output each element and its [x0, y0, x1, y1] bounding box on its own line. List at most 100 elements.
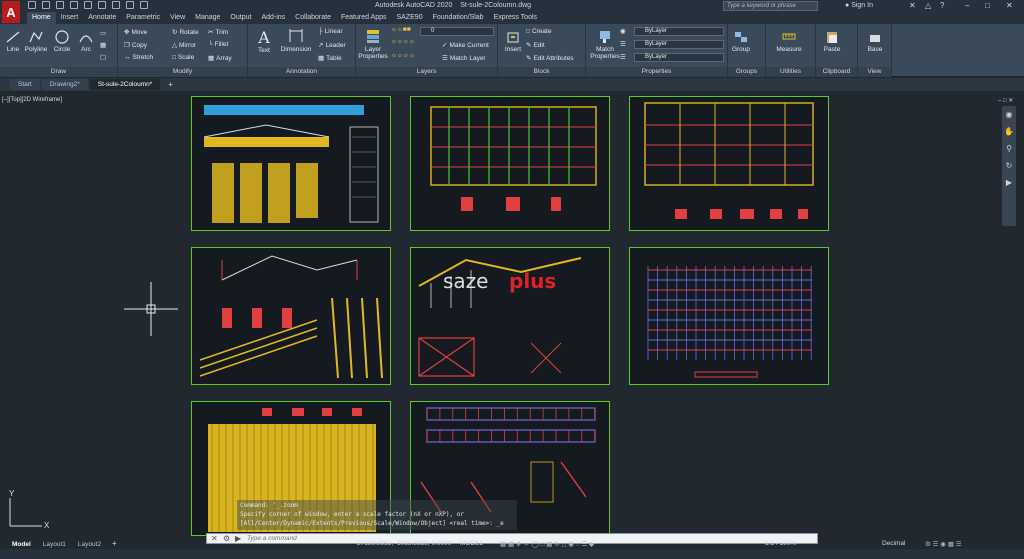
- drawing-sheet-5[interactable]: saze plus: [410, 247, 610, 385]
- table-tool[interactable]: ▦ Table: [318, 54, 342, 63]
- match-properties-tool[interactable]: Match Properties: [590, 28, 620, 60]
- edit-block-tool[interactable]: ✎ Edit: [526, 41, 545, 50]
- command-close-icon[interactable]: ✕: [211, 534, 218, 543]
- dimension-tool[interactable]: Dimension: [278, 28, 314, 53]
- navigation-bar[interactable]: ◉ ✋ ⚲ ↻ ▶: [1002, 106, 1016, 226]
- document-tab-2[interactable]: St-sule-2Coloumn*: [89, 79, 161, 90]
- base-view-tool[interactable]: Base: [864, 30, 886, 53]
- help-dropdown-icon[interactable]: ?: [940, 1, 944, 10]
- text-tool[interactable]: A Text: [256, 28, 272, 54]
- groups-panel-title[interactable]: Groups: [728, 67, 765, 77]
- layer-dropdown[interactable]: 0: [420, 27, 494, 36]
- ribbon-tab-annotate[interactable]: Annotate: [83, 12, 121, 24]
- annotation-panel-title[interactable]: Annotation: [248, 67, 355, 77]
- utilities-panel-title[interactable]: Utilities: [766, 67, 815, 77]
- layer-tools-row-3[interactable]: ☼☼☼☼: [391, 52, 415, 59]
- help-icon[interactable]: △: [925, 1, 931, 10]
- close-icon[interactable]: ✕: [1006, 1, 1013, 10]
- modify-panel-title[interactable]: Modify: [118, 67, 247, 77]
- view-panel-title[interactable]: View: [858, 67, 891, 77]
- document-tab-1[interactable]: Drawing2*: [41, 79, 88, 90]
- status-toggle-icons[interactable]: ▦ ▦ ✥ ↔ ◯ □ ▦ ↻ △ ◉ ◌ ☰ ◆: [500, 540, 594, 548]
- save-as-icon[interactable]: [70, 1, 78, 9]
- create-block-tool[interactable]: □ Create: [526, 28, 551, 35]
- ribbon-tab-parametric[interactable]: Parametric: [121, 12, 165, 24]
- stretch-tool[interactable]: ↔ Stretch: [124, 54, 153, 61]
- status-right-icons[interactable]: ⚙ ☰ ◉ ▦ ☰: [925, 540, 962, 548]
- array-tool[interactable]: ▦ Array: [208, 54, 232, 63]
- viewport-window-controls[interactable]: – □ ✕: [998, 97, 1013, 104]
- showmotion-icon[interactable]: ▶: [1002, 178, 1016, 187]
- linear-tool[interactable]: ├ Linear: [318, 28, 343, 35]
- drawing-sheet-6[interactable]: [629, 247, 829, 385]
- undo-icon[interactable]: [112, 1, 120, 9]
- trim-tool[interactable]: ✂ Trim: [208, 28, 228, 37]
- ribbon-tab-output[interactable]: Output: [225, 12, 256, 24]
- edit-attributes-tool[interactable]: ✎ Edit Attributes: [526, 54, 574, 63]
- clipboard-panel-title[interactable]: Clipboard: [816, 67, 857, 77]
- model-space-button[interactable]: MODEL: [460, 540, 483, 547]
- document-tab-0[interactable]: Start: [10, 79, 40, 90]
- new-tab-icon[interactable]: +: [168, 80, 173, 89]
- steering-wheel-icon[interactable]: ◉: [1002, 110, 1016, 119]
- ribbon-tab-express-tools[interactable]: Express Tools: [489, 12, 542, 24]
- redo-icon[interactable]: [126, 1, 134, 9]
- coordinate-display[interactable]: 27189.8958, -5083.8933, 0.0000: [357, 540, 451, 547]
- insert-tool[interactable]: Insert: [502, 30, 524, 53]
- ribbon-tab-foundation-slab[interactable]: Foundation/Slab: [428, 12, 489, 24]
- maximize-icon[interactable]: □: [985, 1, 990, 10]
- circle-tool[interactable]: Circle: [52, 30, 72, 53]
- ribbon-tab-add-ins[interactable]: Add-ins: [256, 12, 290, 24]
- block-panel-title[interactable]: Block: [498, 67, 585, 77]
- pan-icon[interactable]: ✋: [1002, 127, 1016, 136]
- drawing-sheet-1[interactable]: [191, 96, 391, 231]
- drawing-sheet-3[interactable]: [629, 96, 829, 231]
- share-icon[interactable]: [140, 1, 148, 9]
- zoom-icon[interactable]: ⚲: [1002, 144, 1016, 153]
- rectangle-icon[interactable]: ▭: [100, 29, 106, 37]
- layout-tab-layout1[interactable]: Layout1: [43, 541, 66, 548]
- fillet-tool[interactable]: └ Fillet: [208, 41, 228, 48]
- units-dropdown[interactable]: Decimal: [882, 540, 905, 547]
- ribbon-tab-collaborate[interactable]: Collaborate: [290, 12, 336, 24]
- properties-panel-title[interactable]: Properties: [586, 67, 727, 77]
- layers-panel-title[interactable]: Layers: [356, 67, 497, 77]
- ribbon-tab-insert[interactable]: Insert: [56, 12, 84, 24]
- layout-tab-layout2[interactable]: Layout2: [78, 541, 101, 548]
- mirror-tool[interactable]: △ Mirror: [172, 41, 196, 50]
- layer-properties-tool[interactable]: Layer Properties: [358, 28, 388, 60]
- ribbon-tab-manage[interactable]: Manage: [190, 12, 225, 24]
- make-current-tool[interactable]: ✓ Make Current: [442, 41, 489, 50]
- measure-tool[interactable]: Measure: [772, 30, 806, 53]
- command-customize-icon[interactable]: ⚙: [223, 534, 230, 543]
- linetype-icon[interactable]: ☰: [620, 40, 626, 48]
- sign-in-button[interactable]: ● Sign In: [845, 2, 873, 9]
- annotation-scale[interactable]: 1:1 / 100%: [765, 540, 796, 547]
- group-tool[interactable]: Group: [730, 30, 752, 53]
- drawing-sheet-4[interactable]: [191, 247, 391, 385]
- paste-tool[interactable]: Paste: [820, 30, 844, 53]
- autocad-logo-icon[interactable]: A: [2, 1, 20, 23]
- layer-state-icons[interactable]: ☼☼■■: [391, 26, 411, 33]
- match-layer-tool[interactable]: ☰ Match Layer: [442, 54, 486, 63]
- boundary-icon[interactable]: ▢: [100, 53, 106, 61]
- minimize-icon[interactable]: –: [965, 1, 969, 10]
- drawing-sheet-2[interactable]: [410, 96, 610, 231]
- ribbon-tab-home[interactable]: Home: [27, 12, 56, 24]
- layout-tab-model[interactable]: Model: [12, 541, 31, 548]
- rotate-tool[interactable]: ↻ Rotate: [172, 28, 199, 37]
- save-icon[interactable]: [56, 1, 64, 9]
- arc-tool[interactable]: Arc: [78, 30, 94, 53]
- orbit-icon[interactable]: ↻: [1002, 161, 1016, 170]
- scale-tool[interactable]: □ Scale: [172, 54, 194, 61]
- copy-tool[interactable]: ❐ Copy: [124, 41, 147, 50]
- layer-tools-row-2[interactable]: ☼☼☼☼: [391, 38, 415, 45]
- color-dropdown[interactable]: ByLayer: [634, 27, 724, 36]
- viewport-controls[interactable]: [–][Top][2D Wireframe]: [2, 97, 62, 103]
- ribbon-tab-featured-apps[interactable]: Featured Apps: [336, 12, 392, 24]
- print-icon[interactable]: [98, 1, 106, 9]
- open-icon[interactable]: [42, 1, 50, 9]
- polyline-tool[interactable]: Polyline: [24, 30, 48, 53]
- new-icon[interactable]: [28, 1, 36, 9]
- ribbon-tab-view[interactable]: View: [165, 12, 190, 24]
